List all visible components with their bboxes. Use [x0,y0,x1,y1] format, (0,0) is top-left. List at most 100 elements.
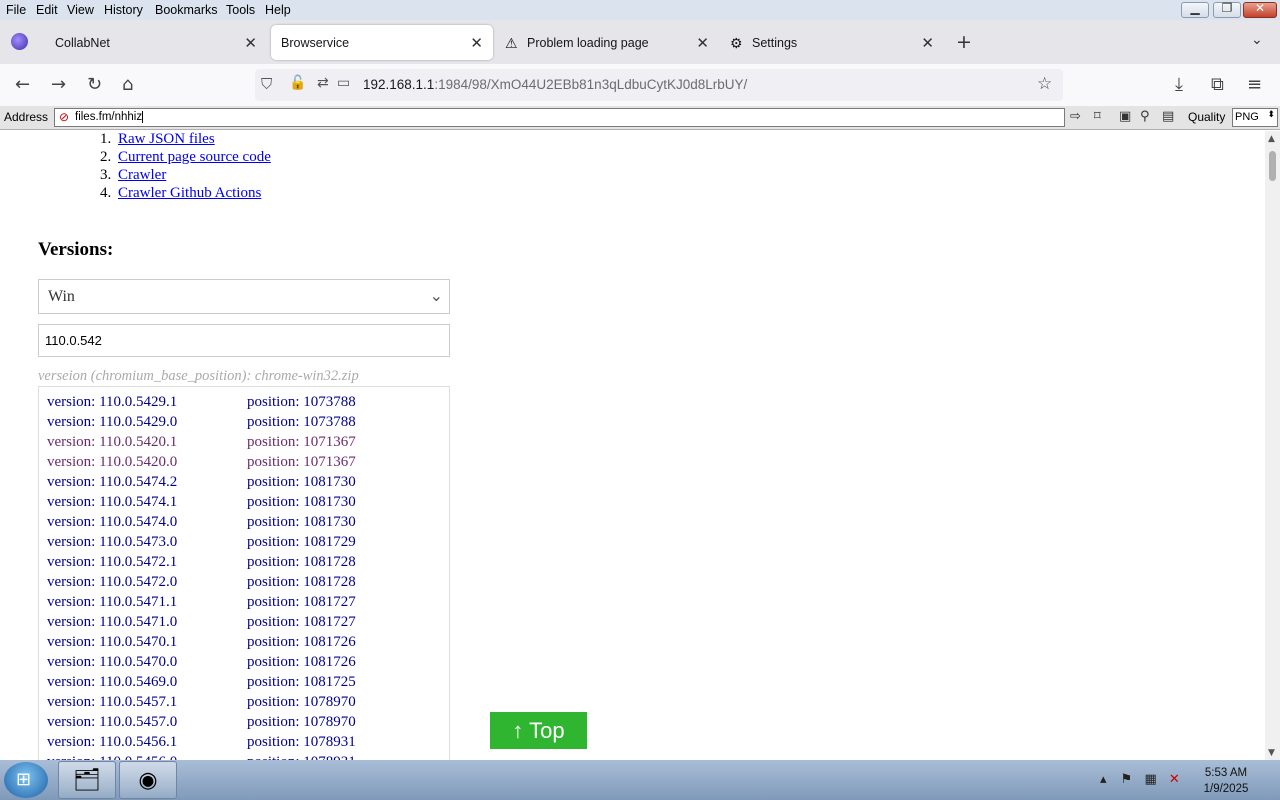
close-tab-icon[interactable]: ✕ [244,34,257,52]
scroll-thumb[interactable] [1269,151,1276,181]
position-text: position: 1081730 [247,494,356,510]
start-button[interactable]: ⊞ [4,762,48,798]
restore-button[interactable]: ❐ [1213,1,1241,18]
tab-problem-loading[interactable]: ⚠ Problem loading page ✕ [497,25,719,60]
crawler-actions-link[interactable]: Crawler Github Actions [118,185,261,201]
menu-bookmarks[interactable]: Bookmarks [155,3,218,17]
version-row[interactable]: version: 110.0.5474.2 position: 1081730 [47,474,356,491]
address-toolbar: Address ⊘ files.fm/nhhiz ⇨ ⌑ ▣ ⚲ ▤ Quali… [0,106,1280,130]
taskbar: ⊞ 🗂 ◉ ▴ ⚑ ▦ ✕ 5:53 AM 1/9/2025 [0,760,1280,800]
version-row[interactable]: version: 110.0.5420.1 position: 1071367 [47,434,356,451]
menu-history[interactable]: History [104,3,143,17]
list-item: 4. Crawler Github Actions [100,185,271,203]
address-input[interactable]: ⊘ files.fm/nhhiz [54,108,1065,127]
version-text: version: 110.0.5474.1 [47,494,178,510]
folder-icon: 🗂 [73,768,101,793]
network-icon[interactable]: ▦ [1144,772,1156,787]
star-icon[interactable]: ☆ [1037,74,1052,94]
firefox-view-icon[interactable] [11,33,28,50]
version-row[interactable]: version: 110.0.5474.0 position: 1081730 [47,514,356,531]
version-row[interactable]: version: 110.0.5472.1 position: 1081728 [47,554,356,571]
version-search-input[interactable]: 110.0.542 [38,324,450,357]
extensions-icon[interactable]: ⧉ [1211,74,1224,95]
hamburger-menu-icon[interactable]: ≡ [1247,74,1262,95]
menu-edit[interactable]: Edit [36,3,58,17]
list-item: 3. Crawler [100,167,271,185]
version-row[interactable]: version: 110.0.5471.1 position: 1081727 [47,594,356,611]
download-icon[interactable]: ⤓ [1175,74,1183,95]
version-text: version: 110.0.5474.2 [47,474,178,490]
menu-help[interactable]: Help [265,3,291,17]
version-row[interactable]: version: 110.0.5429.1 position: 1073788 [47,394,356,411]
crawler-link[interactable]: Crawler [118,167,166,183]
minimize-button[interactable]: ▁ [1181,1,1209,18]
version-text: version: 110.0.5420.0 [47,454,178,470]
raw-json-link[interactable]: Raw JSON files [118,131,215,147]
source-code-link[interactable]: Current page source code [118,149,271,165]
go-arrow-icon[interactable]: ⇨ [1070,109,1081,124]
menu-bar: File Edit View History Bookmarks Tools H… [0,0,1280,20]
version-row[interactable]: version: 110.0.5471.0 position: 1081727 [47,614,356,631]
spin-icon[interactable]: ⬍ [1267,109,1275,120]
tab-settings[interactable]: ⚙ Settings ✕ [722,25,944,60]
top-button[interactable]: ↑ Top [490,712,587,749]
tab-label: Browservice [281,36,350,50]
version-row[interactable]: version: 110.0.5470.1 position: 1081726 [47,634,356,651]
insecure-lock-icon[interactable]: 🔓 [289,75,306,91]
clipboard-icon[interactable]: ▤ [1162,109,1174,124]
close-window-button[interactable]: ✕ [1243,1,1277,18]
version-row[interactable]: version: 110.0.5473.0 position: 1081729 [47,534,356,551]
version-row[interactable]: version: 110.0.5469.0 position: 1081725 [47,674,356,691]
version-row[interactable]: version: 110.0.5420.0 position: 1071367 [47,454,356,471]
volume-muted-icon[interactable]: ✕ [1169,772,1180,787]
position-text: position: 1081725 [247,674,356,690]
position-text: position: 1081727 [247,614,356,630]
bookmark-icon[interactable]: ⌑ [1094,109,1101,124]
forward-arrow-icon[interactable]: → [51,74,66,95]
page-content: 1. Raw JSON files 2. Current page source c… [0,131,1265,760]
save-icon[interactable]: ▣ [1119,109,1131,124]
quality-select[interactable]: PNG ⬍ [1232,108,1278,127]
list-tabs-icon[interactable]: ⌄ [1251,32,1263,48]
version-row[interactable]: version: 110.0.5470.0 position: 1081726 [47,654,356,671]
tab-label: Problem loading page [527,36,649,50]
tab-browservice[interactable]: Browservice ✕ [271,25,493,60]
version-row[interactable]: version: 110.0.5457.0 position: 1078970 [47,714,356,731]
taskbar-firefox[interactable]: ◉ [119,761,177,799]
version-row[interactable]: version: 110.0.5457.1 position: 1078970 [47,694,356,711]
close-tab-icon[interactable]: ✕ [921,34,934,52]
home-icon[interactable]: ⌂ [122,74,133,95]
permissions-icon[interactable]: ⇄ [317,75,329,91]
os-select[interactable]: Win ⌄ [38,279,450,314]
position-text: position: 1081726 [247,654,356,670]
close-tab-icon[interactable]: ✕ [696,34,709,52]
version-text: version: 110.0.5474.0 [47,514,178,530]
version-row[interactable]: version: 110.0.5456.1 position: 1078931 [47,734,356,751]
version-row[interactable]: version: 110.0.5472.0 position: 1081728 [47,574,356,591]
taskbar-explorer[interactable]: 🗂 [58,761,116,799]
flag-icon[interactable]: ⚑ [1121,772,1133,787]
back-arrow-icon[interactable]: ← [15,74,30,95]
position-text: position: 1081729 [247,534,356,550]
page-scrollbar[interactable]: ▲ ▼ [1265,131,1280,760]
new-tab-icon[interactable]: + [956,31,972,53]
clock[interactable]: 5:53 AM 1/9/2025 [1195,765,1257,797]
quality-label: Quality [1188,110,1226,124]
menu-view[interactable]: View [67,3,94,17]
menu-file[interactable]: File [6,3,26,17]
find-icon[interactable]: ⚲ [1140,109,1150,124]
menu-tools[interactable]: Tools [226,3,255,17]
scroll-up-icon[interactable]: ▲ [1268,134,1275,144]
url-bar[interactable]: ⛉ 🔓 ⇄ ▭ 192.168.1.1:1984/98/XmO44U2EBb81… [255,69,1063,101]
url-host: 192.168.1.1 [363,77,435,92]
link-list: 1. Raw JSON files 2. Current page source c… [100,131,271,203]
version-row[interactable]: version: 110.0.5429.0 position: 1073788 [47,414,356,431]
tab-collabnet[interactable]: CollabNet ✕ [45,25,267,60]
page-icon: ▭ [337,75,351,91]
shield-icon[interactable]: ⛉ [261,75,272,93]
show-hidden-icons-icon[interactable]: ▴ [1100,772,1107,787]
scroll-down-icon[interactable]: ▼ [1268,748,1275,758]
reload-icon[interactable]: ↻ [87,74,102,95]
close-tab-icon[interactable]: ✕ [470,34,483,52]
version-row[interactable]: version: 110.0.5474.1 position: 1081730 [47,494,356,511]
